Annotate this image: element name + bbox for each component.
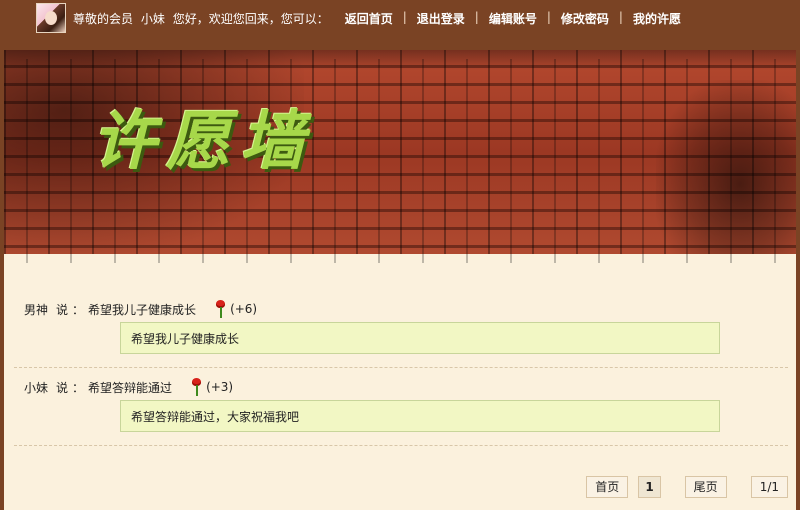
- wish-votes: (+3): [206, 380, 234, 394]
- wish-meta: 小妹 说 ： 希望答辩能通过 (+3): [24, 378, 233, 396]
- nav-separator: |: [618, 9, 623, 24]
- banner-title: 许愿墙: [92, 104, 314, 179]
- last-page-button[interactable]: 尾页: [684, 476, 727, 498]
- rose-icon[interactable]: [214, 300, 226, 318]
- wish-author: 男神: [24, 302, 49, 317]
- username: 小妹: [140, 11, 165, 26]
- nav-home-link[interactable]: 返回首页: [345, 10, 393, 27]
- nav-separator: |: [546, 9, 551, 24]
- wish-say: 说: [56, 302, 69, 317]
- shadow-figure-right: [656, 80, 796, 254]
- wish-title: 希望我儿子健康成长: [88, 302, 197, 317]
- nav-edit-account-link[interactable]: 编辑账号: [489, 10, 537, 27]
- brick-wall-banner: 许愿墙: [4, 50, 796, 263]
- member-label: 尊敬的会员: [73, 11, 134, 26]
- divider: [14, 367, 788, 368]
- wish-content: 希望答辩能通过，大家祝福我吧: [120, 400, 720, 432]
- current-page-button[interactable]: 1: [638, 476, 661, 498]
- wish-title: 希望答辩能通过: [88, 380, 173, 395]
- nav-separator: |: [474, 9, 479, 24]
- top-bar: 尊敬的会员 小妹 您好，欢迎您回来，您可以： 返回首页 | 退出登录 | 编辑账…: [0, 0, 800, 36]
- wish-content-text: 希望答辩能通过，大家祝福我吧: [131, 409, 300, 424]
- wish-colon: ：: [72, 380, 85, 395]
- nav-my-wishes-link[interactable]: 我的许愿: [633, 10, 681, 27]
- wish-meta: 男神 说 ： 希望我儿子健康成长 (+6): [24, 300, 257, 318]
- nav-separator: |: [402, 9, 407, 24]
- wish-content: 希望我儿子健康成长: [120, 322, 720, 354]
- rose-icon[interactable]: [190, 378, 202, 396]
- divider: [14, 445, 788, 446]
- top-nav: 返回首页 | 退出登录 | 编辑账号 | 修改密码 | 我的许愿: [345, 10, 681, 27]
- wish-votes: (+6): [230, 302, 258, 316]
- wish-author: 小妹: [24, 380, 49, 395]
- first-page-button[interactable]: 首页: [586, 476, 629, 498]
- main-frame: 许愿墙 男神 说 ： 希望我儿子健康成长 (+6) 希望我儿子健康成长 小妹 说…: [4, 50, 796, 510]
- nav-logout-link[interactable]: 退出登录: [417, 10, 465, 27]
- welcome-text: 您好，欢迎您回来，您可以：: [172, 11, 329, 26]
- avatar: [36, 3, 66, 33]
- wish-colon: ：: [72, 302, 85, 317]
- wish-content-text: 希望我儿子健康成长: [131, 331, 240, 346]
- page-info: 1/1: [750, 476, 788, 498]
- wish-say: 说: [56, 380, 69, 395]
- greeting: 尊敬的会员 小妹 您好，欢迎您回来，您可以：: [73, 10, 333, 27]
- nav-change-password-link[interactable]: 修改密码: [561, 10, 609, 27]
- pagination: 首页 1 尾页 1/1: [576, 476, 788, 498]
